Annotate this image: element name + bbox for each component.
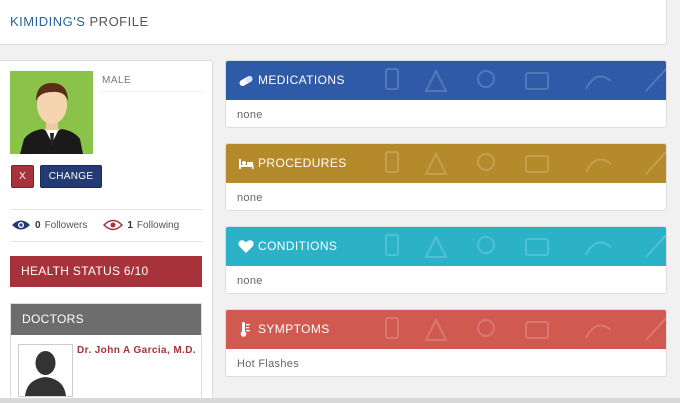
page-title-label: PROFILE	[89, 14, 149, 29]
procedures-title: PROCEDURES	[258, 156, 347, 170]
followers-count: 0	[35, 219, 41, 231]
bed-icon	[239, 159, 254, 169]
following-label: Following	[136, 219, 180, 231]
remove-photo-button[interactable]: X	[11, 165, 34, 188]
followers-label: Followers	[44, 219, 88, 231]
medications-value: none	[237, 109, 263, 121]
symptoms-value: Hot Flashes	[237, 358, 299, 370]
symptoms-title: SYMPTOMS	[258, 322, 330, 336]
conditions-card: CONDITIONS none	[225, 226, 667, 294]
doctors-heading: DOCTORS	[11, 304, 201, 335]
doctor-avatar	[18, 344, 73, 397]
divider	[10, 241, 203, 242]
medications-card: MEDICATIONS none	[225, 60, 667, 128]
procedures-header[interactable]: PROCEDURES	[226, 144, 666, 183]
pattern-icon	[385, 151, 666, 175]
conditions-title: CONDITIONS	[258, 239, 338, 253]
doctor-name-link[interactable]: Dr. John A Garcia, M.D.	[77, 344, 197, 358]
medications-header[interactable]: MEDICATIONS	[226, 61, 666, 100]
page-header: KIMIDING'S PROFILE	[0, 0, 667, 45]
pill-icon	[239, 76, 253, 86]
eye-icon	[103, 219, 124, 231]
profile-sidebar: MALE X CHANGE 0 Followers 1 Following HE…	[0, 60, 213, 403]
change-photo-button[interactable]: CHANGE	[40, 165, 102, 188]
following-link[interactable]: 1 Following	[103, 219, 179, 231]
gender-label: MALE	[102, 75, 132, 86]
profile-owner-name: KIMIDING'S	[10, 14, 86, 29]
symptoms-card: SYMPTOMS Hot Flashes	[225, 309, 667, 377]
divider	[102, 91, 202, 92]
page-title: KIMIDING'S PROFILE	[10, 14, 149, 29]
conditions-header[interactable]: CONDITIONS	[226, 227, 666, 266]
follow-stats: 0 Followers 1 Following	[11, 219, 179, 231]
pattern-icon	[385, 68, 666, 92]
conditions-value: none	[237, 275, 263, 287]
heart-icon	[238, 240, 254, 253]
divider	[10, 209, 203, 210]
pattern-icon	[385, 234, 666, 258]
doctors-panel: DOCTORS Dr. John A Garcia, M.D.	[10, 303, 202, 403]
procedures-value: none	[237, 192, 263, 204]
pattern-icon	[385, 317, 666, 341]
symptoms-header[interactable]: SYMPTOMS	[226, 310, 666, 349]
health-status-badge[interactable]: HEALTH STATUS 6/10	[10, 256, 202, 287]
followers-link[interactable]: 0 Followers	[11, 219, 87, 231]
following-count: 1	[127, 219, 133, 231]
avatar	[10, 71, 93, 154]
medications-title: MEDICATIONS	[258, 73, 345, 87]
eye-icon	[12, 220, 30, 230]
horizontal-scrollbar[interactable]	[0, 398, 680, 403]
thermometer-icon	[240, 322, 250, 337]
procedures-card: PROCEDURES none	[225, 143, 667, 211]
